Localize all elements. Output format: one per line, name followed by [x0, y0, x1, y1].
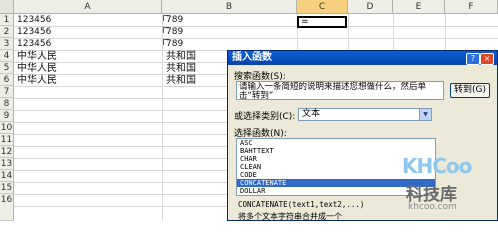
column-header-e[interactable]: E: [393, 0, 445, 14]
chevron-down-icon[interactable]: ▼: [419, 109, 431, 120]
close-button[interactable]: ×: [480, 53, 494, 65]
cell-a3[interactable]: 123456: [17, 39, 51, 50]
cell-a1[interactable]: 123456: [17, 15, 51, 26]
go-button[interactable]: 转到(G): [450, 83, 490, 98]
gridline: [14, 26, 498, 27]
cell-b1[interactable]: 789: [166, 15, 183, 26]
row-header[interactable]: 9: [0, 110, 14, 122]
help-button[interactable]: ?: [466, 53, 480, 65]
cell-b4[interactable]: 共和国: [166, 51, 196, 62]
cell-b2[interactable]: 789: [166, 27, 183, 38]
row-header[interactable]: 15: [0, 182, 14, 194]
function-syntax: CONCATENATE(text1,text2,...): [238, 200, 365, 209]
column-header-c[interactable]: C: [297, 0, 348, 14]
watermark-url: khcoo.com: [408, 202, 457, 212]
column-header-f[interactable]: F: [445, 0, 498, 14]
row-header[interactable]: 13: [0, 158, 14, 170]
dialog-title[interactable]: 插入函数: [228, 51, 497, 65]
row-header[interactable]: 6: [0, 74, 14, 86]
row-header[interactable]: 11: [0, 134, 14, 146]
column-header-b[interactable]: B: [162, 0, 297, 14]
column-header-a[interactable]: A: [14, 0, 162, 14]
row-header[interactable]: 10: [0, 122, 14, 134]
function-description: 将多个文本字符串合并成一个: [238, 212, 342, 221]
cell-b5[interactable]: 共和国: [166, 63, 196, 74]
cell-a4[interactable]: 中华人民: [17, 51, 57, 62]
row-header[interactable]: 5: [0, 62, 14, 74]
watermark: KHCoo 科技库 khcoo.com: [396, 148, 496, 218]
search-function-input[interactable]: 请输入一条简短的说明来描述您想做什么，然后单击“转到”: [236, 81, 444, 100]
row-header[interactable]: 1: [0, 14, 14, 26]
row-header[interactable]: 12: [0, 146, 14, 158]
category-label: 或选择类别(C):: [234, 112, 296, 122]
row-header[interactable]: 7: [0, 86, 14, 98]
function-item[interactable]: ASC: [237, 139, 435, 147]
row-header[interactable]: 14: [0, 170, 14, 182]
watermark-logo: KHCoo: [402, 154, 472, 178]
category-select[interactable]: 文本 ▼: [298, 108, 432, 121]
row-header[interactable]: 2: [0, 26, 14, 38]
cell-b3[interactable]: 789: [166, 39, 183, 50]
row-header[interactable]: 4: [0, 50, 14, 62]
row-header[interactable]: 3: [0, 38, 14, 50]
cell-a2[interactable]: 123456: [17, 27, 51, 38]
gridline: [162, 14, 163, 221]
active-cell-c2[interactable]: =: [297, 16, 347, 28]
column-header-d[interactable]: D: [348, 0, 393, 14]
select-all-corner[interactable]: [0, 0, 14, 14]
cell-b6[interactable]: 共和国: [166, 75, 196, 86]
row-header[interactable]: 16: [0, 194, 14, 221]
cell-a6[interactable]: 中华人民: [17, 75, 57, 86]
cell-c2-formula: =: [301, 17, 309, 27]
category-value: 文本: [302, 109, 321, 119]
row-header[interactable]: 8: [0, 98, 14, 110]
gridline: [14, 38, 498, 39]
cell-a5[interactable]: 中华人民: [17, 63, 57, 74]
